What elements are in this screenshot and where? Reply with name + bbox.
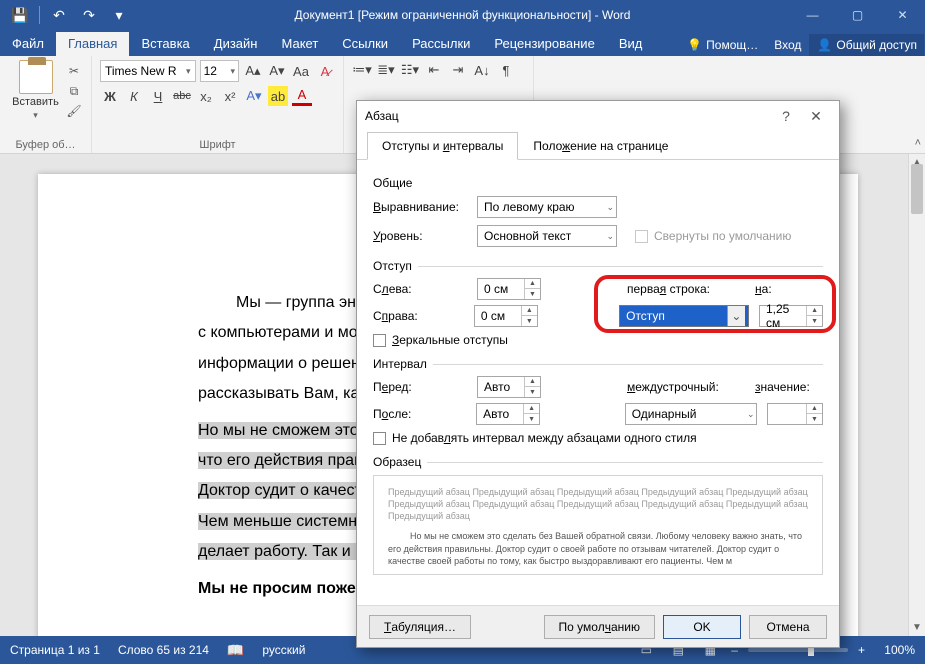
- indent-left-label: Слева:: [373, 282, 467, 296]
- bold-button[interactable]: Ж: [100, 86, 120, 106]
- space-after-spinner[interactable]: Авто▲▼: [476, 403, 540, 425]
- dialog-title: Абзац: [365, 109, 771, 123]
- ribbon-collapse-icon[interactable]: ˄: [915, 137, 921, 149]
- paragraph-dialog: Абзац ? ✕ ООтступы и интервалы Положение…: [356, 100, 840, 648]
- firstline-label: первая строка:: [627, 282, 745, 296]
- clipboard-icon: [19, 60, 53, 94]
- outline-level-combo[interactable]: Основной текст⌄: [477, 225, 617, 247]
- inc-indent-icon[interactable]: ⇥: [448, 60, 468, 80]
- subscript-button[interactable]: x₂: [196, 86, 216, 106]
- alignment-label: Выравнивание:: [373, 200, 467, 214]
- cut-icon[interactable]: ✂: [65, 62, 83, 80]
- quick-access-toolbar: 💾 ↶ ↷ ▾: [0, 3, 133, 27]
- scroll-thumb[interactable]: [911, 164, 923, 214]
- mirror-indents-checkbox[interactable]: [373, 334, 386, 347]
- text-effects-icon[interactable]: A▾: [244, 86, 264, 106]
- linespacing-value-spinner[interactable]: ▲▼: [767, 403, 823, 425]
- set-default-button[interactable]: По умолчанию: [544, 615, 655, 639]
- minimize-button[interactable]: —: [790, 0, 835, 30]
- qat-customize-icon[interactable]: ▾: [105, 3, 133, 27]
- save-icon[interactable]: 💾: [6, 3, 34, 27]
- section-preview: Образец: [373, 455, 421, 469]
- group-clipboard-label: Буфер об…: [8, 137, 83, 151]
- special-indent-combo[interactable]: Отступ⌄: [619, 305, 749, 327]
- linespacing-label: междустрочный:: [627, 380, 745, 394]
- bullets-icon[interactable]: ≔▾: [352, 60, 372, 80]
- after-label: После:: [373, 407, 466, 421]
- grow-font-icon[interactable]: A▴: [243, 61, 263, 81]
- value-label: значение:: [755, 380, 815, 394]
- level-label: Уровень:: [373, 229, 467, 243]
- no-space-same-style-label: Не добавлять интервал между абзацами одн…: [392, 431, 697, 445]
- ok-button[interactable]: OK: [663, 615, 741, 639]
- special-indent-spinner[interactable]: 1,25 см▲▼: [759, 305, 823, 327]
- font-size-combo[interactable]: 12▾: [200, 60, 239, 82]
- superscript-button[interactable]: x²: [220, 86, 240, 106]
- status-page[interactable]: Страница 1 из 1: [10, 643, 100, 657]
- cancel-button[interactable]: Отмена: [749, 615, 827, 639]
- proofing-icon[interactable]: 📖: [227, 642, 244, 659]
- indent-left-spinner[interactable]: 0 см▲▼: [477, 278, 541, 300]
- clear-format-icon[interactable]: A̷: [315, 61, 335, 81]
- redo-icon[interactable]: ↷: [75, 3, 103, 27]
- space-before-spinner[interactable]: Авто▲▼: [477, 376, 541, 398]
- status-words[interactable]: Слово 65 из 214: [118, 643, 209, 657]
- undo-icon[interactable]: ↶: [45, 3, 73, 27]
- multilevel-icon[interactable]: ☷▾: [400, 60, 420, 80]
- change-case-icon[interactable]: Aa: [291, 61, 311, 81]
- mirror-indents-label: Зеркальные отступы: [392, 333, 508, 347]
- section-general: Общие: [373, 176, 823, 190]
- before-label: Перед:: [373, 380, 467, 394]
- maximize-button[interactable]: ▢: [835, 0, 880, 30]
- dialog-footer: Табуляция… По умолчанию OK Отмена: [357, 605, 839, 647]
- window-title: Документ1 [Режим ограниченной функционал…: [0, 8, 925, 22]
- highlight-button[interactable]: ab: [268, 86, 288, 106]
- dialog-tab-position[interactable]: Положение на странице: [518, 132, 683, 160]
- scroll-down-icon[interactable]: ▼: [909, 619, 925, 636]
- format-painter-icon[interactable]: 🖌: [65, 102, 83, 120]
- by-label: на:: [755, 282, 795, 296]
- no-space-same-style-checkbox[interactable]: [373, 432, 386, 445]
- shrink-font-icon[interactable]: A▾: [267, 61, 287, 81]
- linespacing-combo[interactable]: Одинарный⌄: [625, 403, 758, 425]
- section-interval: Интервал: [373, 357, 427, 371]
- titlebar: 💾 ↶ ↷ ▾ Документ1 [Режим ограниченной фу…: [0, 0, 925, 30]
- dialog-titlebar[interactable]: Абзац ? ✕: [357, 101, 839, 131]
- zoom-in-icon[interactable]: +: [858, 643, 865, 657]
- status-language[interactable]: русский: [262, 643, 305, 657]
- numbering-icon[interactable]: ≣▾: [376, 60, 396, 80]
- vertical-scrollbar[interactable]: ▲ ▼: [908, 154, 925, 636]
- italic-button[interactable]: К: [124, 86, 144, 106]
- dialog-tab-indents[interactable]: ООтступы и интервалы: [367, 132, 518, 160]
- section-indent: Отступ: [373, 259, 412, 273]
- dec-indent-icon[interactable]: ⇤: [424, 60, 444, 80]
- collapse-checkbox: [635, 230, 648, 243]
- indent-right-spinner[interactable]: 0 см▲▼: [474, 305, 538, 327]
- underline-button[interactable]: Ч: [148, 86, 168, 106]
- alignment-combo[interactable]: По левому краю⌄: [477, 196, 617, 218]
- font-name-combo[interactable]: Times New R▾: [100, 60, 196, 82]
- zoom-value[interactable]: 100%: [875, 643, 915, 657]
- dialog-close-button[interactable]: ✕: [801, 102, 831, 130]
- group-font-label: Шрифт: [100, 137, 335, 151]
- strike-button[interactable]: abc: [172, 86, 192, 106]
- indent-right-label: Справа:: [373, 309, 464, 323]
- collapse-label: Свернуты по умолчанию: [654, 229, 791, 243]
- font-color-button[interactable]: A: [292, 86, 312, 106]
- zoom-slider[interactable]: [748, 648, 848, 652]
- show-marks-icon[interactable]: ¶: [496, 60, 516, 80]
- paste-button[interactable]: Вставить ▾: [8, 60, 63, 121]
- copy-icon[interactable]: ⧉: [65, 82, 83, 100]
- dialog-help-button[interactable]: ?: [771, 102, 801, 130]
- tabs-button[interactable]: Табуляция…: [369, 615, 471, 639]
- sort-icon[interactable]: A↓: [472, 60, 492, 80]
- preview-box: Предыдущий абзац Предыдущий абзац Предыд…: [373, 475, 823, 575]
- close-button[interactable]: ✕: [880, 0, 925, 30]
